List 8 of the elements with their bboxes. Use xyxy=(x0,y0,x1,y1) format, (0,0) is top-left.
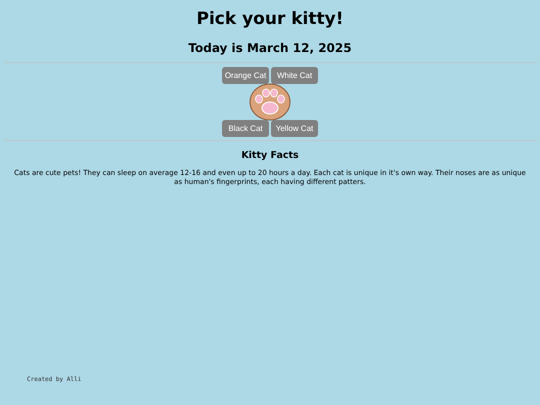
cat-button[interactable]: White Cat xyxy=(271,67,318,84)
cat-button[interactable]: Yellow Cat xyxy=(271,120,318,137)
cat-button[interactable]: Orange Cat xyxy=(222,67,269,84)
paw-icon xyxy=(249,83,291,121)
facts-heading: Kitty Facts xyxy=(240,149,300,163)
cat-button[interactable]: Black Cat xyxy=(222,120,269,137)
page-title: Pick your kitty! xyxy=(196,8,344,30)
date-heading: Today is March 12, 2025 xyxy=(187,40,353,56)
